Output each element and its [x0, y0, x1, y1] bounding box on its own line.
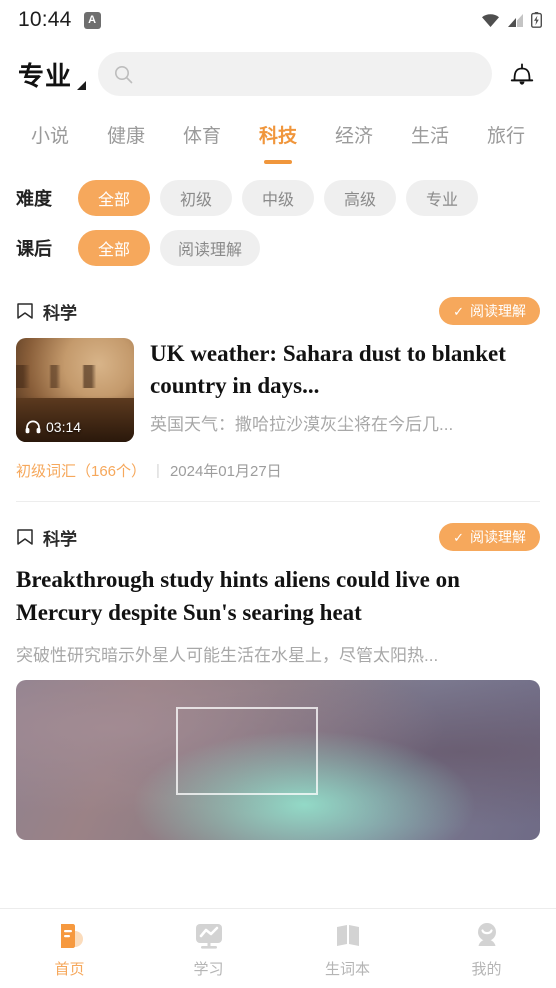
- nav-label-profile: 我的: [471, 960, 502, 978]
- article-meta: 初级词汇（166个） | 2024年01月27日: [16, 460, 540, 481]
- open-book-icon: [336, 924, 359, 946]
- article-hero-image[interactable]: [16, 680, 540, 841]
- category-tabs: 小说 健康 体育 科技 经济 生活 旅行: [0, 108, 556, 164]
- article-list: 科学 ✓ 阅读理解 03:14 UK weather: Sahara dust …: [0, 286, 556, 841]
- article-category: 科学: [16, 299, 77, 324]
- audio-duration: 03:14: [25, 419, 81, 435]
- filter-row-homework: 课后 全部 阅读理解: [16, 230, 540, 266]
- filter-panel: 难度 全部 初级 中级 高级 专业 课后 全部 阅读理解: [0, 164, 556, 286]
- level-selector[interactable]: 专业: [18, 56, 88, 93]
- nav-item-study[interactable]: 学习: [139, 919, 278, 979]
- level-selector-label: 专业: [18, 60, 73, 91]
- nav-label-vocabulary: 生词本: [324, 960, 370, 978]
- article-category-label: 科学: [43, 303, 77, 323]
- vocab-count: 初级词汇（166个）: [16, 463, 147, 480]
- search-icon: [115, 65, 133, 83]
- tab-shenghuo[interactable]: 生活: [392, 121, 468, 152]
- status-badge[interactable]: ✓ 阅读理解: [439, 523, 540, 551]
- article-subtitle: 突破性研究暗示外星人可能生活在水星上，尽管太阳热...: [16, 646, 439, 666]
- app-header: 专业: [0, 40, 556, 108]
- difficulty-chip-professional[interactable]: 专业: [406, 180, 478, 216]
- hero-image-frame: [175, 706, 318, 795]
- nav-item-vocabulary[interactable]: 生词本: [278, 919, 417, 979]
- tab-xiaoshuo[interactable]: 小说: [12, 121, 88, 152]
- article-text: UK weather: Sahara dust to blanket count…: [150, 338, 540, 442]
- bell-icon: [510, 63, 534, 85]
- meta-separator: |: [156, 462, 160, 479]
- homework-chip-reading[interactable]: 阅读理解: [160, 230, 261, 266]
- article-header: 科学 ✓ 阅读理解: [16, 520, 540, 554]
- status-badge-label: 阅读理解: [470, 303, 526, 319]
- article-card[interactable]: 科学 ✓ 阅读理解 Breakthrough study hints alien…: [16, 502, 540, 841]
- filter-label-difficulty: 难度: [16, 189, 52, 209]
- filter-row-difficulty: 难度 全部 初级 中级 高级 专业: [16, 180, 540, 216]
- difficulty-chip-beginner[interactable]: 初级: [160, 180, 232, 216]
- wifi-icon: [482, 13, 499, 27]
- check-icon: ✓: [453, 303, 464, 319]
- tab-keji[interactable]: 科技: [240, 121, 316, 152]
- difficulty-chip-all[interactable]: 全部: [78, 180, 150, 216]
- tab-lvxing[interactable]: 旅行: [468, 121, 544, 152]
- article-title[interactable]: Breakthrough study hints aliens could li…: [16, 564, 540, 629]
- article-title[interactable]: UK weather: Sahara dust to blanket count…: [150, 338, 540, 401]
- difficulty-chip-intermediate[interactable]: 中级: [242, 180, 314, 216]
- status-badge-label: 阅读理解: [470, 529, 526, 545]
- search-bar[interactable]: [98, 52, 492, 96]
- status-clock: 10:44: [18, 8, 72, 31]
- tag-icon: [17, 529, 33, 545]
- thumbnail-skyline: [16, 365, 134, 388]
- tab-jingji[interactable]: 经济: [316, 121, 392, 152]
- article-category-label: 科学: [43, 529, 77, 549]
- article-card[interactable]: 科学 ✓ 阅读理解 03:14 UK weather: Sahara dust …: [16, 286, 540, 502]
- notifications-button[interactable]: [502, 61, 542, 88]
- article-thumbnail[interactable]: 03:14: [16, 338, 134, 442]
- dropdown-caret-icon: [77, 80, 87, 90]
- home-book-icon: [60, 923, 83, 948]
- app-badge-icon: A: [83, 11, 101, 29]
- study-monitor-icon: [195, 923, 222, 949]
- battery-charging-icon: [531, 12, 542, 28]
- check-icon: ✓: [453, 529, 464, 545]
- difficulty-chip-advanced[interactable]: 高级: [324, 180, 396, 216]
- article-date: 2024年01月27日: [169, 463, 282, 480]
- tab-jiankang[interactable]: 健康: [88, 121, 164, 152]
- article-category: 科学: [16, 525, 77, 550]
- article-subtitle: 英国天气：撒哈拉沙漠灰尘将在今后几...: [150, 415, 454, 435]
- profile-icon: [477, 922, 496, 946]
- audio-duration-label: 03:14: [46, 419, 82, 435]
- search-input[interactable]: [143, 65, 476, 83]
- status-bar: 10:44 A: [0, 0, 556, 40]
- headphone-icon: [25, 420, 41, 434]
- nav-item-home[interactable]: 首页: [0, 919, 139, 979]
- status-bar-right: [481, 12, 542, 28]
- filter-label-homework: 课后: [16, 239, 52, 259]
- homework-chip-all[interactable]: 全部: [78, 230, 150, 266]
- article-header: 科学 ✓ 阅读理解: [16, 294, 540, 328]
- bottom-navigation: 首页 学习 生词本 我的: [0, 908, 556, 988]
- status-badge[interactable]: ✓ 阅读理解: [439, 297, 540, 325]
- nav-label-study: 学习: [193, 960, 224, 978]
- tab-tiyu[interactable]: 体育: [164, 121, 240, 152]
- article-body: 03:14 UK weather: Sahara dust to blanket…: [16, 338, 540, 442]
- nav-item-profile[interactable]: 我的: [417, 919, 556, 979]
- tag-icon: [17, 303, 33, 319]
- nav-label-home: 首页: [54, 960, 85, 978]
- status-bar-left: 10:44 A: [18, 8, 101, 32]
- signal-icon: [508, 13, 523, 27]
